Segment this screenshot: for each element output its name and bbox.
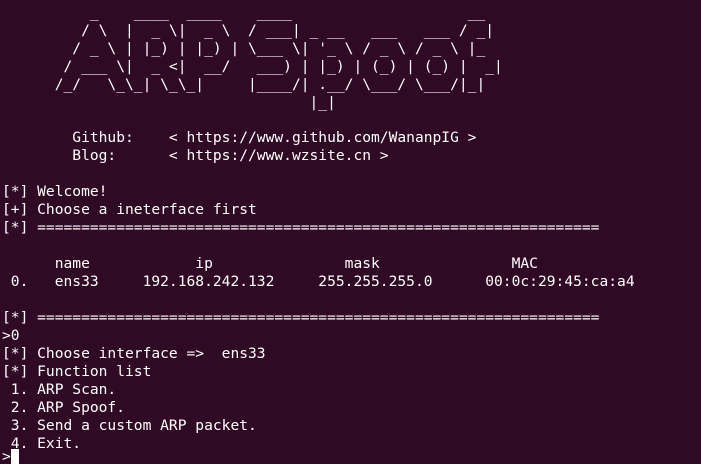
user-input-line: >0	[2, 327, 20, 344]
banner-line-6: |_|	[2, 94, 336, 111]
banner-line-5: /_/ \_\_| \_\_| |____/| .__/ \___/ \___/…	[2, 76, 486, 93]
input-prompt[interactable]: >	[2, 448, 11, 464]
menu-item-arp-spoof: 2. ARP Spoof.	[2, 399, 126, 416]
separator-line-top: [*] ====================================…	[2, 219, 600, 236]
banner-line-1: _ ____ ____ ____ __	[2, 4, 486, 21]
menu-item-arp-scan: 1. ARP Scan.	[2, 381, 117, 398]
welcome-line: [*] Welcome!	[2, 183, 108, 200]
menu-item-custom-packet: 3. Send a custom ARP packet.	[2, 417, 257, 434]
interface-table-header: name ip mask MAC	[2, 255, 538, 272]
blog-link-line: Blog: < https://www.wzsite.cn >	[2, 147, 389, 164]
function-list-heading: [*] Function list	[2, 363, 152, 380]
interface-table-row: 0. ens33 192.168.242.132 255.255.255.0 0…	[2, 273, 635, 290]
terminal-window[interactable]: _ ____ ____ ____ __ / \ | _ \| _ \ / ___…	[0, 0, 701, 464]
text-cursor	[11, 449, 19, 464]
separator-line-bottom: [*] ====================================…	[2, 309, 600, 326]
github-link-line: Github: < https://www.github.com/WananpI…	[2, 129, 477, 146]
banner-line-2: / \ | _ \| _ \ / ___| _ __ ___ ___ / _|	[2, 22, 495, 39]
chosen-interface-line: [*] Choose interface => ens33	[2, 345, 266, 362]
banner-line-4: / ___ \| _ <| __/ ___) | |_) | (_) | (_)…	[2, 58, 503, 75]
choose-interface-prompt: [+] Choose a ineterface first	[2, 201, 257, 218]
banner-line-3: / _ \ | |_) | |_) | \___ \| '_ \ / _ \ /…	[2, 40, 486, 57]
